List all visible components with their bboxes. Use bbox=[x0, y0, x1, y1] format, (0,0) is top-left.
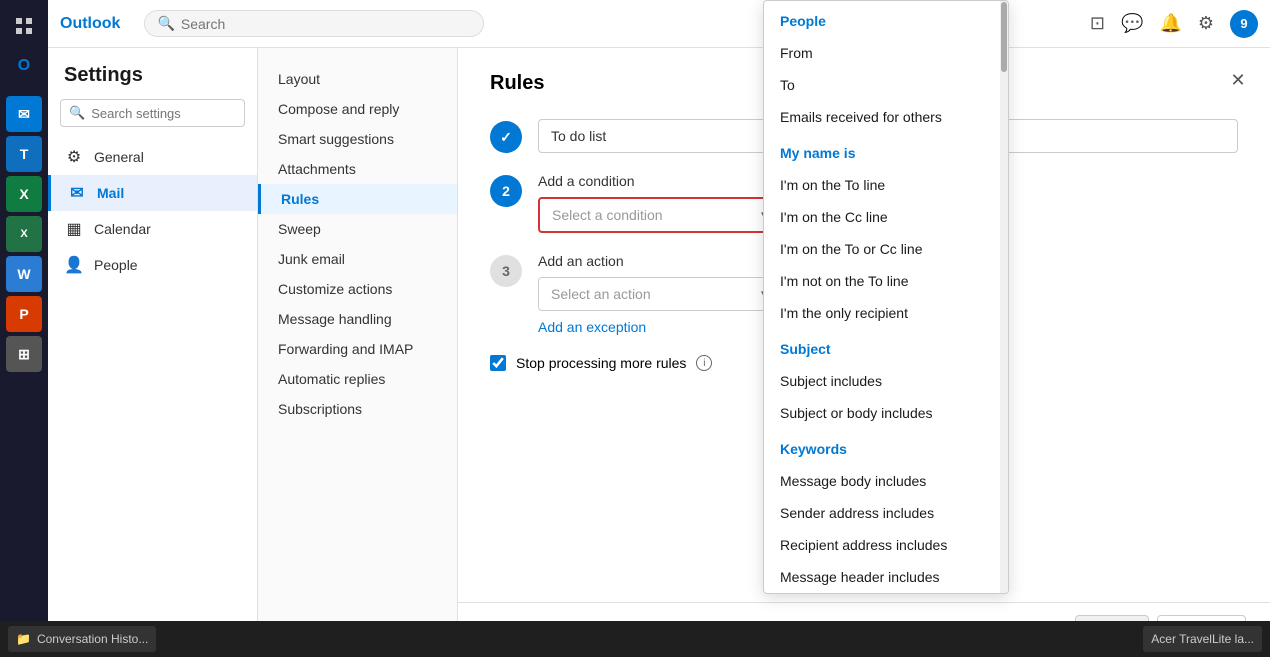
screen-share-icon[interactable]: ⊡ bbox=[1090, 13, 1105, 34]
step-1-circle: ✓ bbox=[490, 121, 522, 153]
bell-icon[interactable]: 🔔 bbox=[1159, 13, 1181, 34]
dropdown-item-on-cc-line[interactable]: I'm on the Cc line bbox=[764, 201, 1008, 233]
nav-message[interactable]: Message handling bbox=[258, 304, 457, 334]
dropdown-item-emails-received[interactable]: Emails received for others bbox=[764, 101, 1008, 133]
excel2-app-icon[interactable]: X bbox=[6, 216, 42, 252]
settings-sub-nav: Layout Compose and reply Smart suggestio… bbox=[258, 48, 458, 657]
scrollbar-thumb[interactable] bbox=[1001, 2, 1007, 72]
dropdown-item-on-to-line[interactable]: I'm on the To line bbox=[764, 169, 1008, 201]
dropdown-item-not-on-to[interactable]: I'm not on the To line bbox=[764, 265, 1008, 297]
excel-app-icon[interactable]: X bbox=[6, 176, 42, 212]
dropdown-item-to[interactable]: To bbox=[764, 69, 1008, 101]
dropdown-item-body-includes[interactable]: Message body includes bbox=[764, 465, 1008, 497]
scrollbar-track bbox=[1000, 1, 1008, 593]
settings-title: Settings bbox=[48, 64, 257, 99]
settings-search-box[interactable]: 🔍 bbox=[60, 99, 245, 127]
step-2-circle: 2 bbox=[490, 175, 522, 207]
condition-dropdown: People From To Emails received for other… bbox=[763, 0, 1009, 594]
topbar: Outlook 🔍 ⊡ 💬 🔔 ⚙ 9 bbox=[48, 0, 1270, 48]
dropdown-category-myname: My name is bbox=[764, 133, 1008, 169]
main-container: Settings 🔍 ⚙ General ✉ Mail ▦ Calendar 👤… bbox=[48, 48, 1270, 657]
search-box[interactable]: 🔍 bbox=[144, 10, 484, 37]
teams-app-icon[interactable]: T bbox=[6, 136, 42, 172]
dropdown-item-subject-includes[interactable]: Subject includes bbox=[764, 365, 1008, 397]
nav-forwarding[interactable]: Forwarding and IMAP bbox=[258, 334, 457, 364]
outlook-icon[interactable]: O bbox=[6, 48, 42, 84]
search-input[interactable] bbox=[181, 16, 472, 32]
close-button[interactable]: ✕ bbox=[1222, 64, 1254, 96]
nav-layout[interactable]: Layout bbox=[258, 64, 457, 94]
dropdown-item-subject-or-body[interactable]: Subject or body includes bbox=[764, 397, 1008, 429]
other-app-icon[interactable]: ⊞ bbox=[6, 336, 42, 372]
nav-sweep[interactable]: Sweep bbox=[258, 214, 457, 244]
condition-select-wrapper[interactable]: Select a condition bbox=[538, 197, 778, 233]
app-title: Outlook bbox=[60, 15, 120, 33]
nav-subscriptions[interactable]: Subscriptions bbox=[258, 394, 457, 424]
dropdown-item-message-header[interactable]: Message header includes bbox=[764, 561, 1008, 593]
sidebar-item-people[interactable]: 👤 People bbox=[48, 247, 257, 283]
stop-processing-checkbox[interactable] bbox=[490, 355, 506, 371]
add-exception-link[interactable]: Add an exception bbox=[538, 319, 646, 335]
dropdown-item-on-to-or-cc[interactable]: I'm on the To or Cc line bbox=[764, 233, 1008, 265]
nav-rules[interactable]: Rules bbox=[258, 184, 457, 214]
nav-compose[interactable]: Compose and reply bbox=[258, 94, 457, 124]
powerpoint-app-icon[interactable]: P bbox=[6, 296, 42, 332]
settings-sidebar: Settings 🔍 ⚙ General ✉ Mail ▦ Calendar 👤… bbox=[48, 48, 258, 657]
search-icon: 🔍 bbox=[157, 15, 174, 32]
sidebar-item-label: Calendar bbox=[94, 221, 151, 237]
dropdown-category-people: People bbox=[764, 1, 1008, 37]
taskbar: O ✉ T X X W P ⊞ bbox=[0, 0, 48, 657]
mail-icon: ✉ bbox=[67, 183, 87, 203]
topbar-actions: ⊡ 💬 🔔 ⚙ 9 bbox=[1090, 10, 1258, 38]
word-app-icon[interactable]: W bbox=[6, 256, 42, 292]
chat-icon[interactable]: 💬 bbox=[1121, 13, 1143, 34]
grid-menu-icon[interactable] bbox=[6, 8, 42, 44]
dropdown-category-subject: Subject bbox=[764, 329, 1008, 365]
settings-icon[interactable]: ⚙ bbox=[1198, 13, 1214, 34]
mail-app-icon[interactable]: ✉ bbox=[6, 96, 42, 132]
step-3-circle: 3 bbox=[490, 255, 522, 287]
people-icon: 👤 bbox=[64, 255, 84, 275]
bottom-bar-right-label[interactable]: Acer TravelLite la... bbox=[1143, 626, 1262, 652]
stop-processing-label: Stop processing more rules bbox=[516, 355, 686, 371]
bottom-bar-conversation[interactable]: 📁 Conversation Histo... bbox=[8, 626, 156, 652]
nav-junk[interactable]: Junk email bbox=[258, 244, 457, 274]
app-icons: ✉ T X X W P ⊞ bbox=[6, 96, 42, 372]
account-icon[interactable]: 9 bbox=[1230, 10, 1258, 38]
bottom-bar-conversation-label: Conversation Histo... bbox=[37, 632, 148, 646]
dropdown-item-from[interactable]: From bbox=[764, 37, 1008, 69]
action-select-wrapper[interactable]: Select an action bbox=[538, 277, 778, 311]
bottom-bar: 📁 Conversation Histo... Acer TravelLite … bbox=[0, 621, 1270, 657]
dropdown-item-sender-address[interactable]: Sender address includes bbox=[764, 497, 1008, 529]
settings-search-input[interactable] bbox=[91, 106, 236, 121]
sidebar-item-calendar[interactable]: ▦ Calendar bbox=[48, 211, 257, 247]
action-select[interactable]: Select an action bbox=[538, 277, 778, 311]
info-icon[interactable]: i bbox=[696, 355, 712, 371]
sidebar-item-label: General bbox=[94, 149, 144, 165]
sidebar-item-label: People bbox=[94, 257, 138, 273]
search-small-icon: 🔍 bbox=[69, 105, 85, 121]
dropdown-item-only-recipient[interactable]: I'm the only recipient bbox=[764, 297, 1008, 329]
nav-attachments[interactable]: Attachments bbox=[258, 154, 457, 184]
sidebar-item-label: Mail bbox=[97, 185, 124, 201]
folder-icon: 📁 bbox=[16, 632, 31, 646]
nav-smart[interactable]: Smart suggestions bbox=[258, 124, 457, 154]
dropdown-item-recipient-address[interactable]: Recipient address includes bbox=[764, 529, 1008, 561]
dropdown-category-keywords: Keywords bbox=[764, 429, 1008, 465]
condition-select[interactable]: Select a condition bbox=[538, 197, 778, 233]
nav-auto[interactable]: Automatic replies bbox=[258, 364, 457, 394]
sidebar-item-general[interactable]: ⚙ General bbox=[48, 139, 257, 175]
sidebar-item-mail[interactable]: ✉ Mail bbox=[48, 175, 257, 211]
nav-customize[interactable]: Customize actions bbox=[258, 274, 457, 304]
calendar-icon: ▦ bbox=[64, 219, 84, 239]
general-icon: ⚙ bbox=[64, 147, 84, 167]
